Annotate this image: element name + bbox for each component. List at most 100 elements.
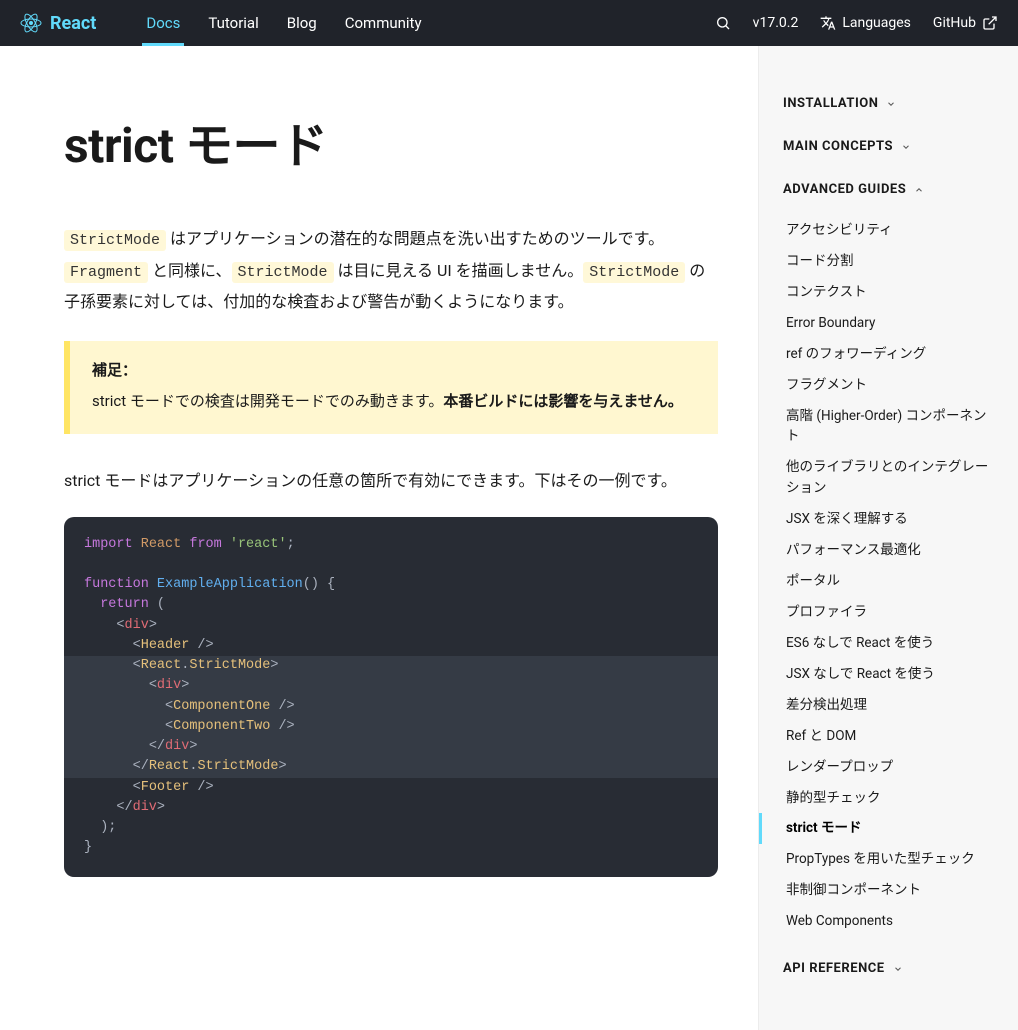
code-token: > [270,658,278,673]
code-token: < [133,658,141,673]
languages-link[interactable]: Languages [820,15,911,31]
sidebar-section-label: MAIN CONCEPTS [783,139,893,154]
sidebar-item[interactable]: コンテクスト [759,277,1018,308]
github-link[interactable]: GitHub [933,15,998,31]
code-token: return [100,597,149,612]
sidebar-item[interactable]: ES6 なしで React を使う [759,628,1018,659]
code-token: < [133,638,141,653]
sidebar-item[interactable]: PropTypes を用いた型チェック [759,844,1018,875]
header-inner: React Docs Tutorial Blog Community v17.0… [20,0,998,46]
nav-tutorial[interactable]: Tutorial [194,0,272,46]
sidebar-item[interactable]: 他のライブラリとのインテグレーション [759,452,1018,504]
nav-community[interactable]: Community [331,0,436,46]
sidebar-item[interactable]: strict モード [759,813,1018,844]
nav-docs[interactable]: Docs [132,0,194,46]
nav-blog[interactable]: Blog [273,0,331,46]
search-icon [715,15,731,31]
paragraph-2: strict モードはアプリケーションの任意の箇所で有効にできます。下はその一例… [64,466,718,496]
version-label[interactable]: v17.0.2 [753,15,799,31]
code-token: < [165,719,173,734]
code-token: StrictMode [189,658,270,673]
code-token: StrictMode [197,759,278,774]
code-token: ); [84,820,116,835]
chevron-down-icon [886,99,896,109]
sidebar-item[interactable]: JSX なしで React を使う [759,659,1018,690]
intro-text: は目に見える UI を描画しません。 [334,261,584,280]
main-content: strict モード StrictMode はアプリケーションの潜在的な問題点を… [0,46,758,1030]
code-token: React [141,658,182,673]
sidebar-item[interactable]: アクセシビリティ [759,215,1018,246]
github-label: GitHub [933,15,976,31]
code-token: </ [133,759,149,774]
code-token: /> [189,780,213,795]
code-token: ComponentTwo [173,719,270,734]
primary-nav: Docs Tutorial Blog Community [132,0,435,46]
code-token: ExampleApplication [157,577,303,592]
sidebar-section-label: INSTALLATION [783,96,878,111]
page-layout: strict モード StrictMode はアプリケーションの潜在的な問題点を… [0,46,1018,1030]
inline-code: Fragment [64,262,148,283]
sidebar-item[interactable]: JSX を深く理解する [759,504,1018,535]
sidebar-section-advanced-guides[interactable]: ADVANCED GUIDES [759,168,1018,211]
sidebar-item[interactable]: 高階 (Higher-Order) コンポーネント [759,401,1018,453]
inline-code: StrictMode [583,262,685,283]
note-body: strict モードでの検査は開発モードでのみ動きます。本番ビルドには影響を与え… [92,388,696,416]
code-token: /> [270,719,294,734]
sidebar-item[interactable]: 差分検出処理 [759,690,1018,721]
sidebar-item[interactable]: コード分割 [759,246,1018,277]
sidebar-section-label: ADVANCED GUIDES [783,182,906,197]
code-token: < [116,618,124,633]
code-token: < [133,780,141,795]
sidebar-item[interactable]: プロファイラ [759,597,1018,628]
code-token: div [165,739,189,754]
sidebar-section-main-concepts[interactable]: MAIN CONCEPTS [759,125,1018,168]
top-header: React Docs Tutorial Blog Community v17.0… [0,0,1018,46]
sidebar-item[interactable]: Web Components [759,906,1018,937]
logo[interactable]: React [20,12,96,34]
code-token: > [189,739,197,754]
code-token: () { [303,577,335,592]
search-button[interactable] [715,15,731,31]
page-title: strict モード [64,106,718,176]
code-block: import React from 'react'; function Exam… [64,517,718,877]
sidebar-item[interactable]: パフォーマンス最適化 [759,535,1018,566]
sidebar: INSTALLATION MAIN CONCEPTS ADVANCED GUID… [758,46,1018,1030]
translate-icon [820,15,836,31]
note-box: 補足： strict モードでの検査は開発モードでのみ動きます。本番ビルドには影… [64,341,718,434]
sidebar-section-label: API REFERENCE [783,961,885,976]
code-token: /> [189,638,213,653]
code-token: React [149,759,190,774]
sidebar-item[interactable]: ref のフォワーディング [759,339,1018,370]
inline-code: StrictMode [232,262,334,283]
code-token: < [149,678,157,693]
sidebar-item[interactable]: Ref と DOM [759,721,1018,752]
code-token: 'react' [230,537,287,552]
sidebar-item[interactable]: 非制御コンポーネント [759,875,1018,906]
code-token: ; [287,537,295,552]
sidebar-item[interactable]: ポータル [759,566,1018,597]
code-token: </ [116,800,132,815]
sidebar-item[interactable]: フラグメント [759,370,1018,401]
code-token: from [189,537,221,552]
code-token: /> [270,699,294,714]
code-token: < [165,699,173,714]
intro-text: はアプリケーションの潜在的な問題点を洗い出すためのツールです。 [166,229,664,248]
code-token: ComponentOne [173,699,270,714]
code-token: import [84,537,133,552]
chevron-down-icon [901,142,911,152]
sidebar-section-installation[interactable]: INSTALLATION [759,82,1018,125]
sidebar-item[interactable]: 静的型チェック [759,783,1018,814]
external-link-icon [982,15,998,31]
sidebar-item[interactable]: Error Boundary [759,308,1018,339]
note-bold: 本番ビルドには影響を与えません。 [443,392,683,410]
brand-text: React [50,13,96,34]
code-token: ( [149,597,165,612]
code-token: > [181,678,189,693]
header-right: v17.0.2 Languages GitHub [715,15,998,31]
code-token: </ [149,739,165,754]
code-token: } [84,840,92,855]
chevron-down-icon [893,964,903,974]
languages-label: Languages [842,15,911,31]
sidebar-item[interactable]: レンダープロップ [759,752,1018,783]
note-text: strict モードでの検査は開発モードでのみ動きます。 [92,392,443,410]
